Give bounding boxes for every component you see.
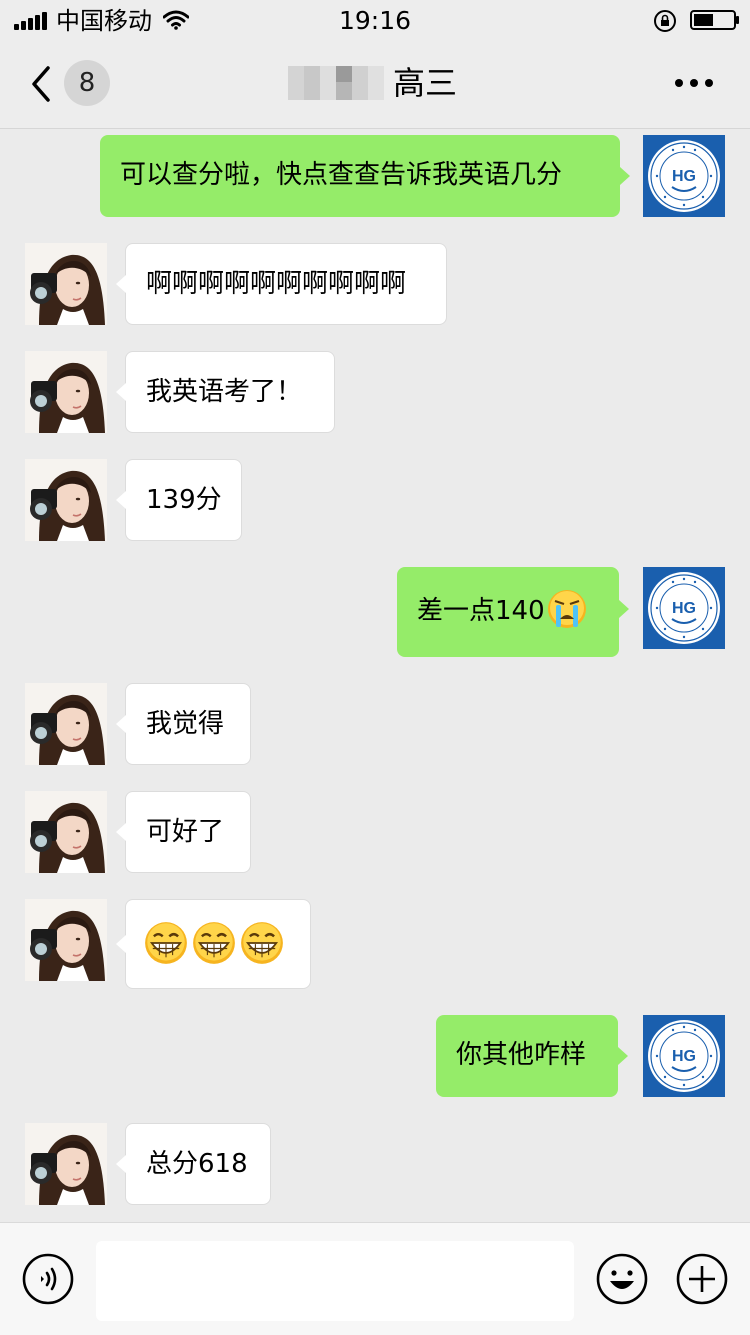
bubble-tail: [618, 1047, 628, 1065]
message-bubble[interactable]: 差一点140: [397, 567, 619, 657]
chat-title: 高三: [393, 64, 458, 102]
friend-avatar[interactable]: [25, 459, 107, 541]
grinning-face-icon: [240, 921, 284, 965]
friend-avatar[interactable]: [25, 351, 107, 433]
back-chevron-icon[interactable]: [26, 64, 56, 104]
friend-avatar[interactable]: [25, 1123, 107, 1205]
more-options-icon[interactable]: [674, 78, 714, 88]
bubble-tail: [116, 383, 126, 401]
bubble-tail: [116, 823, 126, 841]
message-bubble[interactable]: [125, 899, 311, 989]
bubble-tail: [116, 1155, 126, 1173]
my-avatar-logo[interactable]: [643, 567, 725, 649]
emoji-picker-icon[interactable]: [596, 1253, 648, 1305]
friend-avatar[interactable]: [25, 243, 107, 325]
message-bubble[interactable]: 啊啊啊啊啊啊啊啊啊啊: [125, 243, 447, 325]
bubble-tail: [620, 167, 630, 185]
status-time: 19:16: [338, 6, 412, 35]
input-bar: [0, 1222, 750, 1335]
status-bar: 中国移动 19:16: [0, 0, 750, 40]
friend-avatar[interactable]: [25, 899, 107, 981]
message-input[interactable]: [96, 1241, 574, 1321]
message-bubble[interactable]: 总分618: [125, 1123, 271, 1205]
bubble-tail: [116, 935, 126, 953]
bubble-tail: [116, 275, 126, 293]
message-bubble[interactable]: 你其他咋样: [436, 1015, 618, 1097]
grinning-face-icon: [192, 921, 236, 965]
message-bubble[interactable]: 可以查分啦，快点查查告诉我英语几分: [100, 135, 620, 217]
message-bubble[interactable]: 可好了: [125, 791, 251, 873]
grinning-face-icon: [144, 921, 188, 965]
friend-avatar[interactable]: [25, 791, 107, 873]
message-bubble[interactable]: 我英语考了！: [125, 351, 335, 433]
bubble-tail: [116, 715, 126, 733]
message-text: 差一点140: [417, 596, 545, 626]
chat-header: 8 高三: [0, 40, 750, 129]
message-bubble[interactable]: 我觉得: [125, 683, 251, 765]
my-avatar-logo[interactable]: [643, 1015, 725, 1097]
voice-input-icon[interactable]: [22, 1253, 74, 1305]
unread-count-badge[interactable]: 8: [64, 60, 110, 106]
rotation-lock-icon: [654, 10, 676, 32]
my-avatar-logo[interactable]: [643, 135, 725, 217]
crying-face-icon: [547, 589, 587, 629]
message-bubble[interactable]: 139分: [125, 459, 242, 541]
battery-icon: [690, 10, 739, 30]
more-actions-plus-icon[interactable]: [676, 1253, 728, 1305]
bubble-tail: [619, 600, 629, 618]
friend-avatar[interactable]: [25, 683, 107, 765]
bubble-tail: [116, 491, 126, 509]
blurred-name-icon: [288, 66, 384, 100]
